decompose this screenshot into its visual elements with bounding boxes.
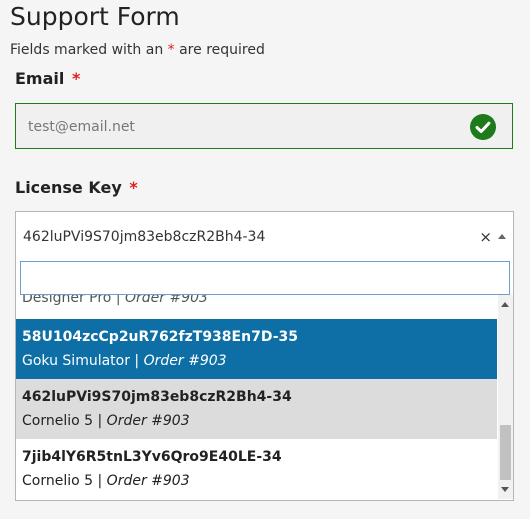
option-cornelio-5-selected[interactable]: 462luPVi9S70jm83eb8czR2Bh4-34 Cornelio 5…: [16, 379, 497, 439]
option-order: Order #903: [106, 473, 190, 489]
page-title: Support Form: [10, 2, 180, 31]
license-key-label-text: License Key: [15, 178, 122, 197]
option-separator: |: [93, 413, 107, 429]
chevron-up-icon[interactable]: [498, 234, 506, 239]
option-designer-pro[interactable]: Designer Pro | Order #903: [16, 295, 497, 311]
support-form-page: Support Form Fields marked with an * are…: [0, 0, 530, 519]
email-label-text: Email: [15, 69, 65, 88]
option-product: Designer Pro: [22, 295, 112, 306]
scroll-down-icon[interactable]: [501, 487, 509, 492]
options-scrollbar[interactable]: [498, 295, 513, 499]
option-key: 7jib4lY6R5tnL3Yv6Qro9E40LE-34: [22, 449, 282, 465]
option-goku-simulator[interactable]: 58U104zcCp2uR762fzT938En7D-35 Goku Simul…: [16, 319, 497, 379]
email-field-value[interactable]: test@email.net: [28, 119, 135, 135]
option-product: Cornelio 5: [22, 413, 94, 429]
required-fields-note: Fields marked with an * are required: [10, 42, 265, 58]
license-key-search-input[interactable]: [20, 261, 510, 295]
option-cornelio-5[interactable]: 7jib4lY6R5tnL3Yv6Qro9E40LE-34 Cornelio 5…: [16, 439, 497, 499]
email-field[interactable]: test@email.net: [15, 103, 513, 149]
option-order: Order #903: [143, 353, 227, 369]
option-order: Order #903: [125, 295, 208, 306]
required-star: *: [167, 42, 175, 58]
option-separator: |: [111, 295, 125, 306]
option-separator: |: [93, 473, 107, 489]
email-required-mark: *: [71, 69, 81, 88]
license-key-select[interactable]: 462luPVi9S70jm83eb8czR2Bh4-34 × Designer…: [15, 211, 514, 501]
license-key-selected-value[interactable]: 462luPVi9S70jm83eb8czR2Bh4-34: [23, 229, 265, 245]
option-key: 58U104zcCp2uR762fzT938En7D-35: [22, 329, 298, 345]
clear-selection-icon[interactable]: ×: [479, 230, 492, 245]
check-circle-icon: [470, 114, 496, 140]
option-key: 462luPVi9S70jm83eb8czR2Bh4-34: [22, 389, 292, 405]
option-product: Cornelio 5: [22, 473, 94, 489]
email-label: Email *: [15, 69, 80, 88]
note-prefix: Fields marked with an: [10, 42, 168, 58]
license-key-label: License Key *: [15, 178, 138, 197]
license-key-required-mark: *: [129, 178, 138, 197]
scroll-up-icon[interactable]: [501, 302, 509, 307]
option-order: Order #903: [106, 413, 190, 429]
note-suffix: are required: [174, 42, 265, 58]
scrollbar-thumb[interactable]: [500, 425, 511, 480]
license-key-options-list: Designer Pro | Order #903 58U104zcCp2uR7…: [16, 295, 513, 499]
option-separator: |: [129, 353, 144, 369]
option-product: Goku Simulator: [22, 353, 130, 369]
